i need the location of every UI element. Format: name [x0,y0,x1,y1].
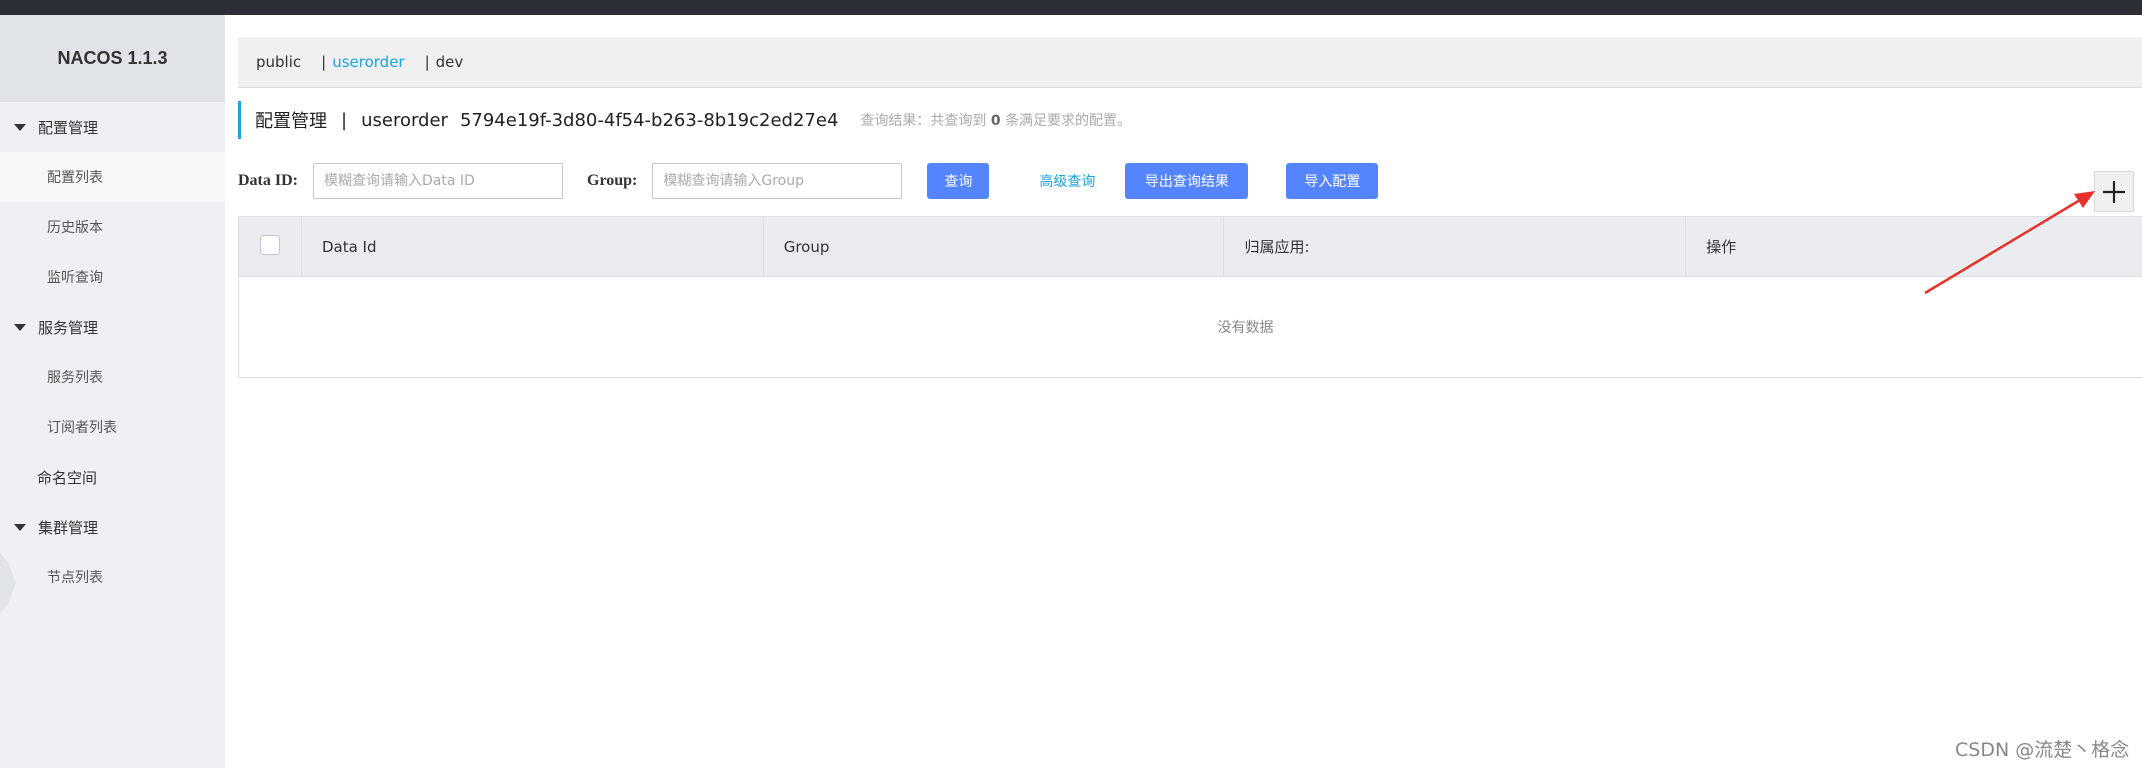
nav-group-service-management[interactable]: 服务管理 [0,302,225,352]
current-namespace: userorder [361,109,448,131]
advanced-query-link[interactable]: 高级查询 [1039,171,1095,191]
column-header-app[interactable]: 归属应用: [1224,217,1687,276]
arrow-head [2074,191,2095,208]
namespace-tab-userorder[interactable]: userorder [332,53,404,71]
nav-item-history-version[interactable]: 历史版本 [0,202,225,252]
column-header-actions: 操作 [1706,238,1737,256]
group-search-input[interactable] [652,163,903,199]
page-title: 配置管理 [255,111,327,132]
nav-group-label: 配置管理 [38,118,99,137]
nav-group-label: 服务管理 [38,318,99,337]
top-bar [0,0,2142,15]
sidebar: NACOS 1.1.3 配置管理 配置列表 历史版本 监听查询 服务管理 服务列… [0,15,225,768]
namespace-bar: public | userorder | dev [238,37,2142,88]
export-results-button[interactable]: 导出查询结果 [1125,163,1249,199]
dataid-search-input[interactable] [313,163,563,199]
column-header-data-id[interactable]: Data Id [302,217,764,276]
select-all-checkbox[interactable] [259,235,280,255]
namespace-separator: | [424,53,430,71]
nav-group-label: 集群管理 [38,518,99,537]
group-label: Group: [587,172,638,189]
namespace-separator: | [321,53,327,71]
nav-group-cluster-management[interactable]: 集群管理 [0,502,225,552]
config-table: Data Id Group 归属应用: 操作 没有数据 [238,216,2142,378]
namespace-tab-dev[interactable]: dev [436,53,464,71]
watermark: CSDN @流楚丶格念 [1955,739,2130,761]
nav-item-config-list[interactable]: 配置列表 [0,152,225,202]
nav-item-service-list[interactable]: 服务列表 [0,352,225,402]
caret-down-icon [14,123,26,131]
query-button[interactable]: 查询 [927,163,990,199]
caret-down-icon [14,323,26,331]
dataid-label: Data ID: [238,172,298,189]
namespace-id: 5794e19f-3d80-4f54-b263-8b19c2ed27e4 [459,109,839,131]
query-result-summary: 查询结果：共查询到 0 条满足要求的配置。 [860,110,1131,130]
caret-down-icon [14,523,26,531]
result-prefix: 查询结果：共查询到 [860,113,987,129]
result-count: 0 [990,113,1001,129]
nav-item-listener-query[interactable]: 监听查询 [0,252,225,302]
nav-item-subscriber-list[interactable]: 订阅者列表 [0,402,225,452]
brand-logo: NACOS 1.1.3 [0,15,225,102]
nav-item-node-list[interactable]: 节点列表 [0,552,225,602]
namespace-tab-public[interactable]: public [256,53,301,71]
table-empty-message: 没有数据 [1217,320,1274,336]
import-config-button[interactable]: 导入配置 [1286,163,1379,199]
column-header-group[interactable]: Group [764,217,1225,276]
add-config-button[interactable] [2094,171,2134,212]
nav-item-namespace[interactable]: 命名空间 [0,452,225,502]
result-suffix: 条满足要求的配置。 [1005,113,1132,129]
nav-group-config-management[interactable]: 配置管理 [0,102,225,152]
search-row: Data ID: Group: 查询 高级查询 导出查询结果 导入配置 [238,163,1379,199]
title-separator: | [341,109,348,131]
page-header: 配置管理 | userorder 5794e19f-3d80-4f54-b263… [238,101,1131,139]
table-header: Data Id Group 归属应用: 操作 [239,217,2142,277]
select-all-cell [239,217,302,276]
plus-icon [2103,180,2125,203]
